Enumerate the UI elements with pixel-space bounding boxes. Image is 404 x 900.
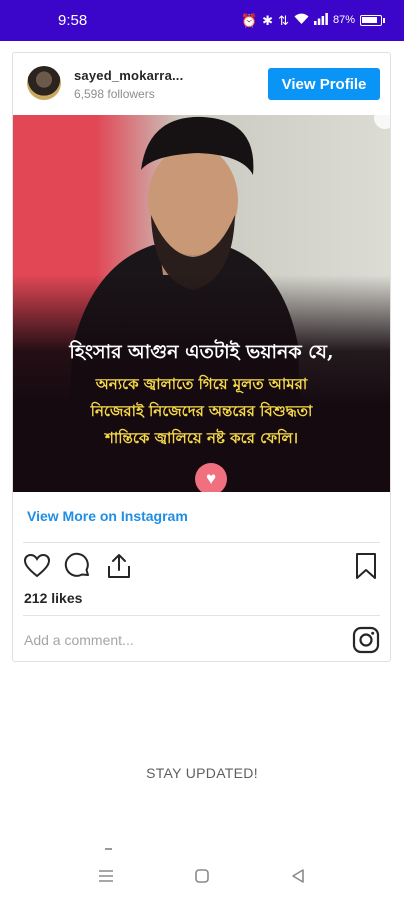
comment-input[interactable] bbox=[24, 629, 334, 651]
comment-icon[interactable] bbox=[64, 552, 92, 580]
nav-recents-icon[interactable] bbox=[96, 866, 116, 886]
post-header: sayed_mokarra... 6,598 followers View Pr… bbox=[13, 53, 390, 115]
status-time: 9:58 bbox=[58, 12, 88, 29]
corner-badge bbox=[374, 115, 390, 129]
navigation-bar bbox=[0, 852, 404, 900]
battery-percent: 87% bbox=[332, 14, 355, 26]
instagram-icon[interactable] bbox=[352, 626, 380, 654]
like-count: 212 likes bbox=[24, 590, 83, 606]
stay-updated-heading: STAY UPDATED! bbox=[146, 765, 258, 781]
battery-icon bbox=[360, 14, 385, 26]
alarm-icon: ⏰ bbox=[240, 12, 258, 28]
share-icon[interactable] bbox=[105, 552, 133, 580]
signal-icon bbox=[313, 13, 328, 27]
quote-line-3: নিজেরাই নিজেদের অন্তরের বিশুদ্ধতা bbox=[90, 402, 313, 420]
nav-back-icon[interactable] bbox=[288, 866, 308, 886]
post-image[interactable]: হিংসার আগুন এতটাই ভয়ানক যে, অন্যকে জ্বা… bbox=[13, 115, 390, 492]
follower-count: 6,598 followers bbox=[74, 87, 155, 101]
bookmark-icon[interactable] bbox=[352, 552, 380, 580]
view-more-link[interactable]: View More on Instagram bbox=[27, 508, 188, 524]
heart-badge-icon: ♥ bbox=[195, 463, 227, 492]
nav-home-icon[interactable] bbox=[192, 866, 212, 886]
quote-line-2: অন্যকে জ্বালাতে গিয়ে মূলত আমরা bbox=[95, 375, 308, 393]
quote-line-4: শান্তিকে জ্বালিয়ে নষ্ট করে ফেলি। bbox=[105, 429, 298, 447]
divider bbox=[23, 615, 380, 616]
bluetooth-icon: ✱ bbox=[262, 12, 274, 28]
scroll-indicator bbox=[105, 848, 112, 850]
view-profile-button[interactable]: View Profile bbox=[268, 68, 380, 100]
quote-line-1: হিংসার আগুন এতটাই ভয়ানক যে, bbox=[69, 341, 334, 363]
instagram-embed-card: sayed_mokarra... 6,598 followers View Pr… bbox=[12, 52, 391, 662]
avatar[interactable] bbox=[27, 66, 61, 100]
divider bbox=[23, 542, 380, 543]
status-icons: ⏰ ✱ ⇅ 87% bbox=[240, 12, 385, 28]
wifi-icon bbox=[294, 13, 309, 27]
username[interactable]: sayed_mokarra... bbox=[74, 68, 183, 83]
data-icon: ⇅ bbox=[278, 12, 289, 28]
status-bar: 9:58 ⏰ ✱ ⇅ 87% bbox=[0, 0, 404, 41]
heart-icon[interactable] bbox=[23, 552, 51, 580]
